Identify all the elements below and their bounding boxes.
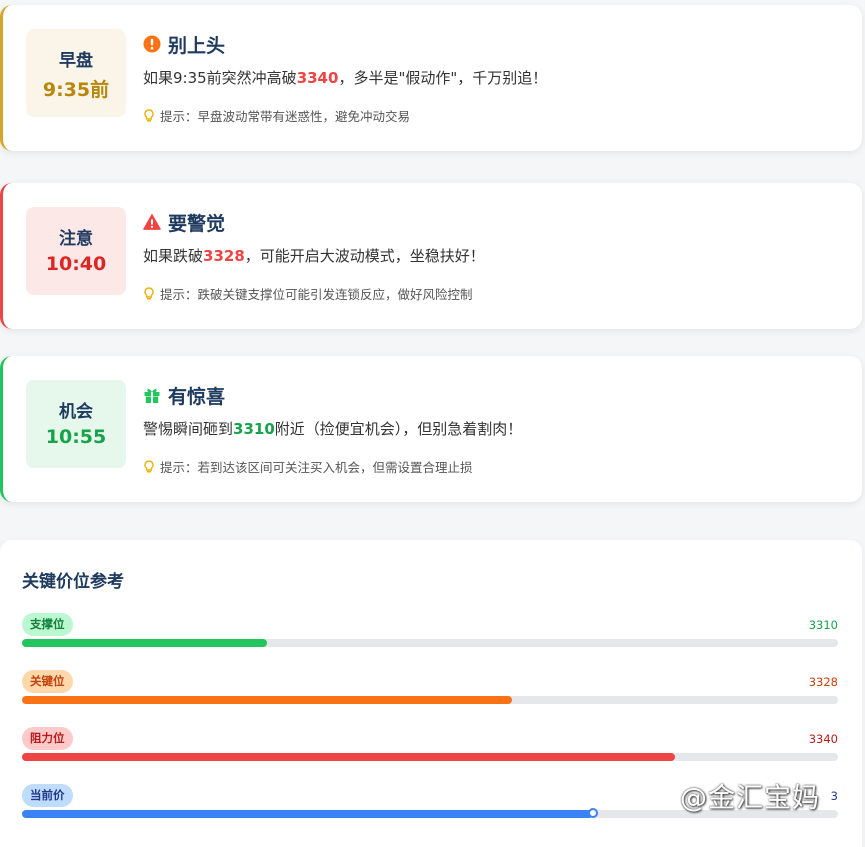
card-message: 警惕瞬间砸到3310附近（捡便宜机会），但别急着割肉！ <box>143 420 523 438</box>
level-fill <box>22 753 675 761</box>
highlight-value: 3310 <box>233 420 275 438</box>
level-fill <box>22 639 267 647</box>
alert-card-early: 早盘 9:35前 别上头 如果9:35前突然冲高破3340，多半是"假动作"，千… <box>0 5 862 151</box>
current-price-marker <box>588 808 599 818</box>
level-badge: 当前价 <box>22 784 73 807</box>
time-value: 10:55 <box>45 426 107 448</box>
level-row: 阻力位 3340 <box>22 727 838 767</box>
level-track <box>22 639 838 647</box>
lightbulb-icon <box>143 286 155 301</box>
gift-icon <box>143 386 161 404</box>
level-fill <box>22 810 594 818</box>
level-badge: 关键位 <box>22 670 73 693</box>
card-tip: 提示：早盘波动常带有迷惑性，避免冲动交易 <box>143 106 842 125</box>
level-value: 3340 <box>808 732 838 746</box>
card-tip: 提示：跌破关键支撑位可能引发连锁反应，做好风险控制 <box>143 284 842 303</box>
highlight-value: 3340 <box>296 69 339 87</box>
lightbulb-icon <box>143 459 155 474</box>
card-title: 要警觉 <box>168 212 226 235</box>
card-message: 如果9:35前突然冲高破3340，多半是"假动作"，千万别追！ <box>143 69 548 87</box>
level-fill <box>22 696 512 704</box>
card-title: 有惊喜 <box>168 385 226 408</box>
exclamation-circle-icon <box>143 35 161 53</box>
alert-card-caution: 注意 10:40 要警觉 如果跌破3328，可能开启大波动模式，坐稳扶好！ 提示… <box>0 183 862 329</box>
level-badge: 支撑位 <box>22 613 73 636</box>
time-value: 9:35前 <box>42 79 110 101</box>
time-box: 注意 10:40 <box>26 207 126 295</box>
time-value: 10:40 <box>45 253 107 275</box>
level-row: 支撑位 3310 <box>22 613 838 653</box>
card-message: 如果跌破3328，可能开启大波动模式，坐稳扶好！ <box>143 247 485 265</box>
watermark: @金汇宝妈 <box>680 783 820 814</box>
level-value: 3328 <box>808 675 838 689</box>
level-value: 3310 <box>808 618 838 632</box>
highlight-value: 3328 <box>203 247 245 265</box>
lightbulb-icon <box>143 108 155 123</box>
time-box: 机会 10:55 <box>26 380 126 468</box>
card-title: 别上头 <box>168 34 226 57</box>
level-row: 关键位 3328 <box>22 670 838 710</box>
level-track <box>22 696 838 704</box>
level-value: 3 <box>830 789 838 803</box>
card-tip: 提示：若到达该区间可关注买入机会，但需设置合理止损 <box>143 457 842 476</box>
alert-card-opportunity: 机会 10:55 有惊喜 警惕瞬间砸到3310附近（捡便宜机会），但别急着割肉！… <box>0 356 862 502</box>
panel-title: 关键价位参考 <box>22 572 124 592</box>
time-box: 早盘 9:35前 <box>26 29 126 117</box>
time-label: 早盘 <box>59 51 93 71</box>
level-badge: 阻力位 <box>22 727 73 750</box>
warning-triangle-icon <box>143 213 161 231</box>
time-label: 注意 <box>59 229 93 249</box>
time-label: 机会 <box>59 402 93 422</box>
level-track <box>22 753 838 761</box>
